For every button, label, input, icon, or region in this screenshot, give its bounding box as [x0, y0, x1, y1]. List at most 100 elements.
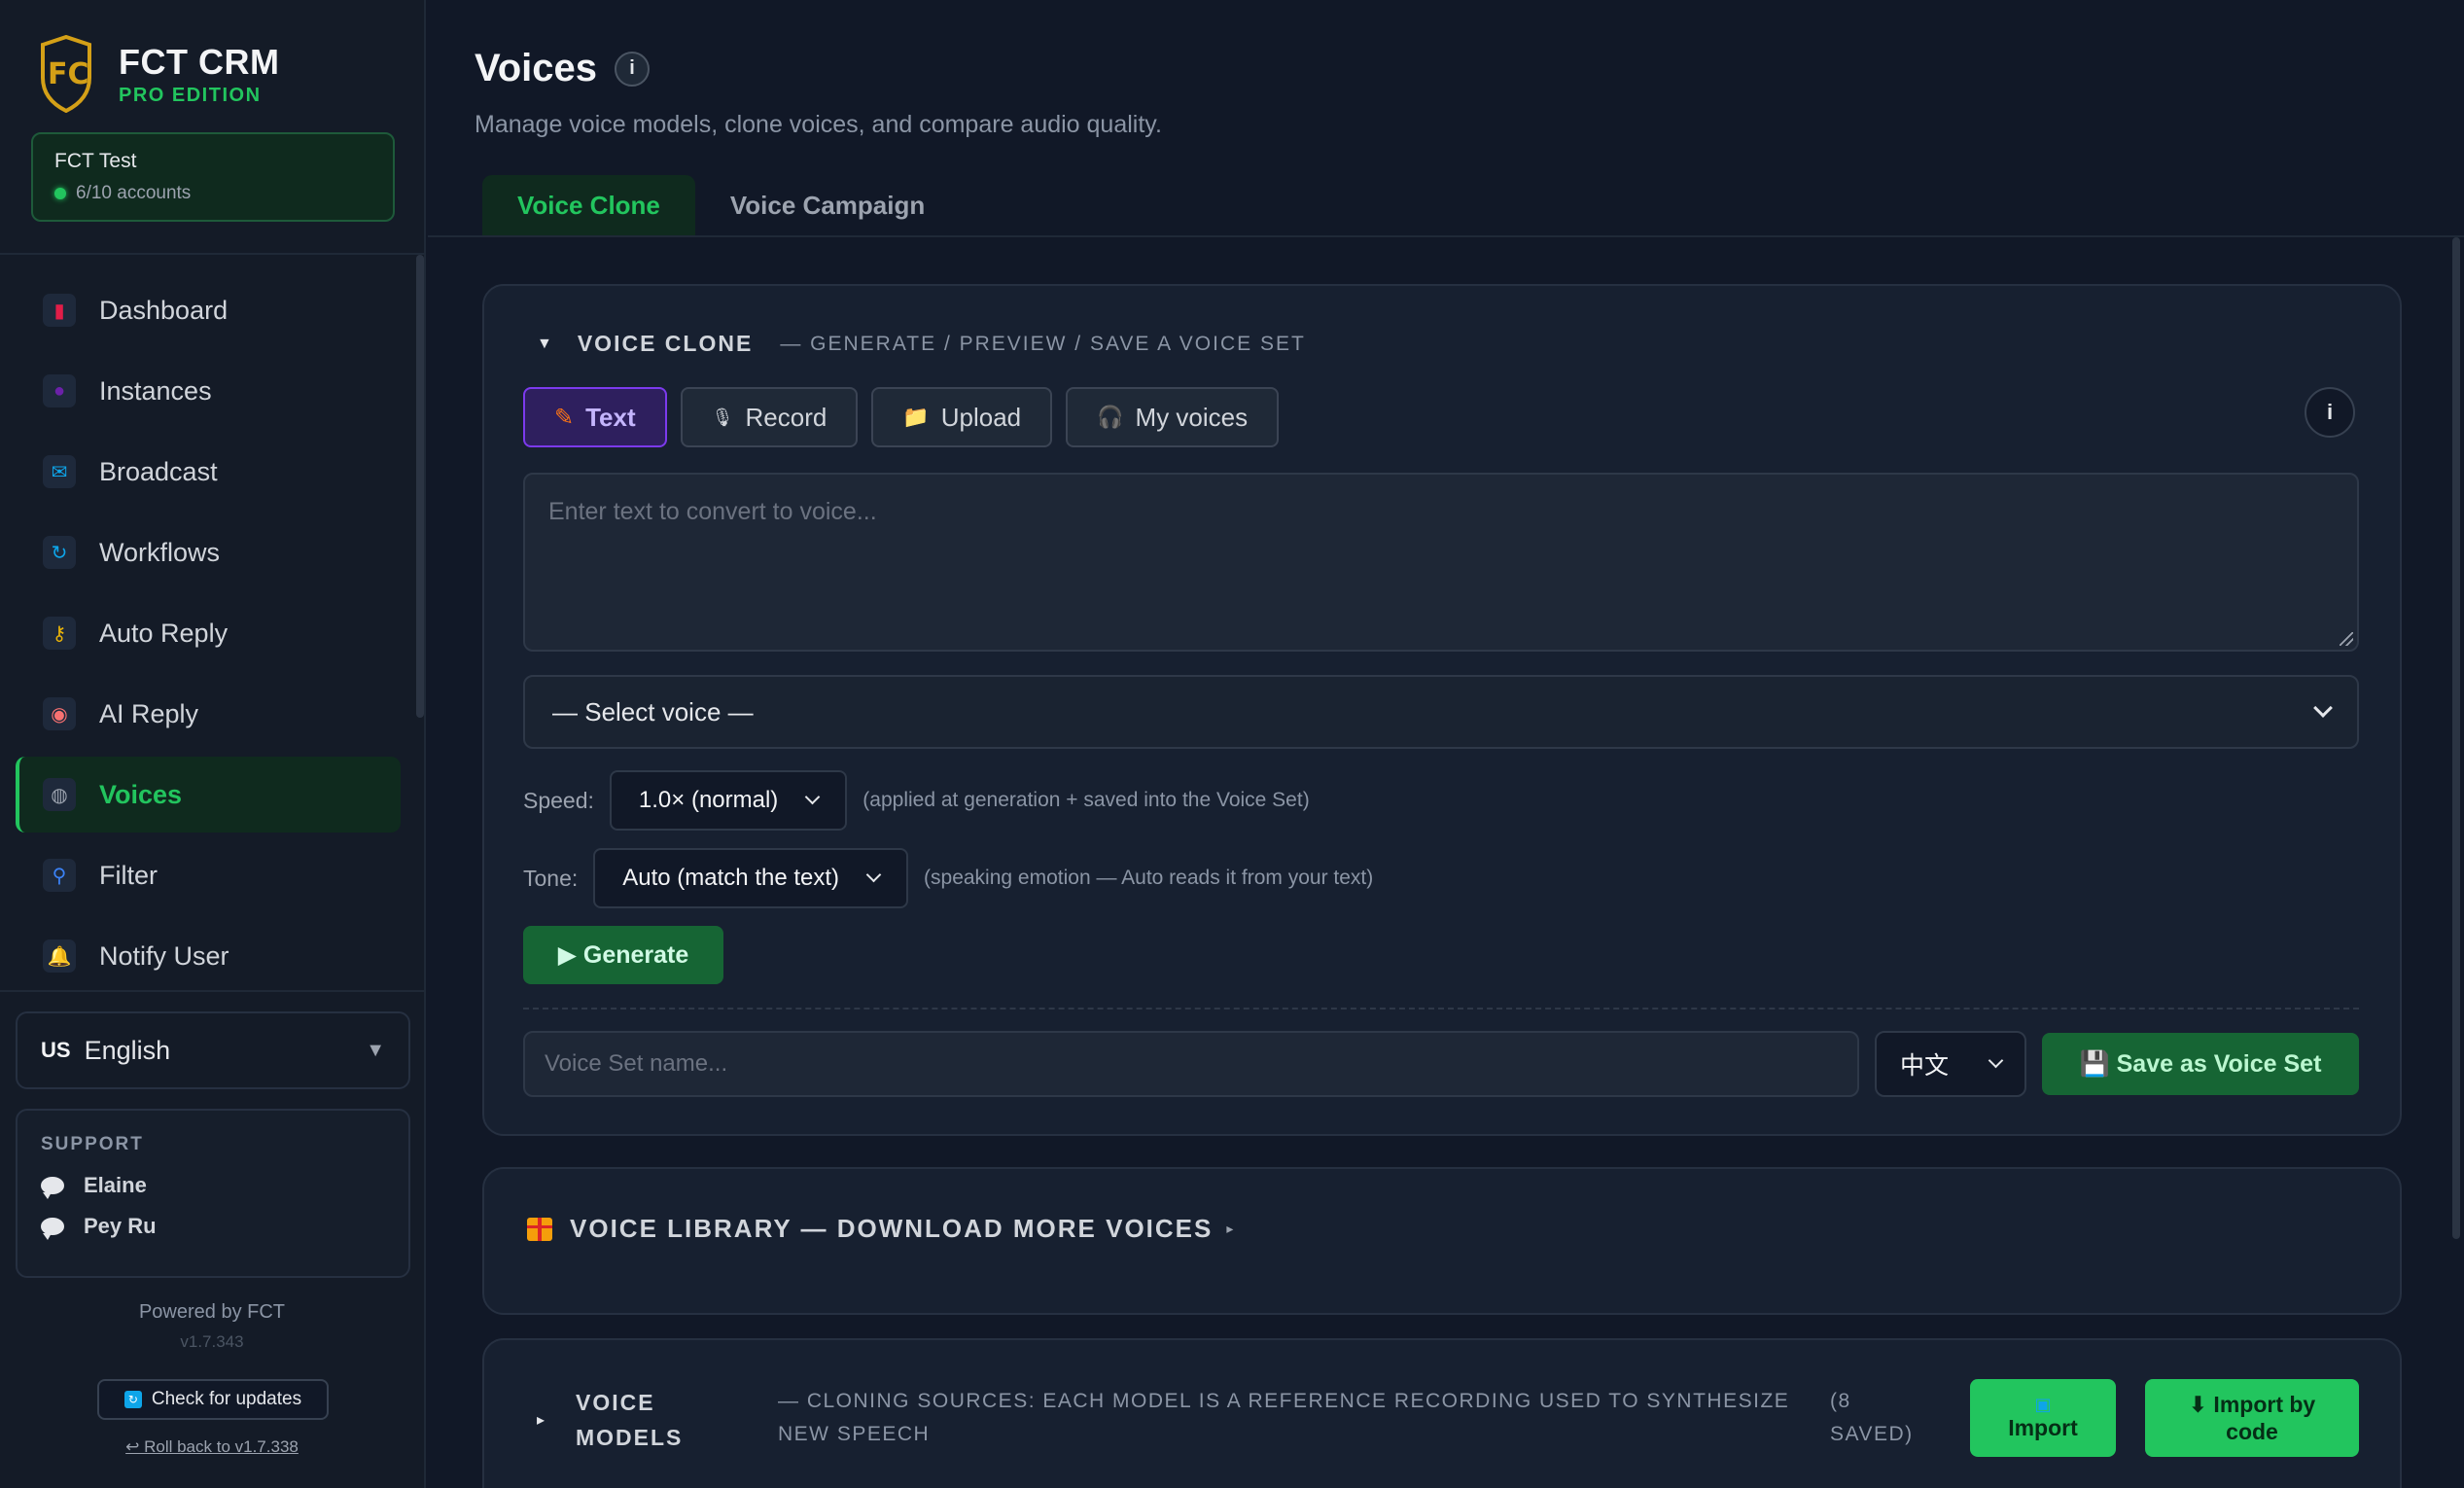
voice-library-header[interactable]: VOICE LIBRARY — DOWNLOAD MORE VOICES ▸	[527, 1214, 1235, 1244]
chat-bubble-icon	[41, 1218, 64, 1240]
sidebar-item-dashboard[interactable]: ▮ Dashboard	[16, 272, 401, 348]
sidebar-item-instances[interactable]: ● Instances	[16, 353, 401, 429]
text-input[interactable]: Enter text to convert to voice...	[523, 473, 2359, 652]
sidebar-item-workflows[interactable]: ↻ Workflows	[16, 514, 401, 590]
sidebar-item-auto-reply[interactable]: ⚷ Auto Reply	[16, 595, 401, 671]
microphone-icon: 🎙	[711, 407, 734, 427]
brand[interactable]: FC FCT CRM PRO EDITION	[39, 35, 279, 113]
mode-tab-upload[interactable]: 📁 Upload	[871, 387, 1053, 447]
support-contact-name: Elaine	[84, 1173, 147, 1197]
powered-by: Powered by FCT	[138, 1301, 286, 1323]
voice-models-title[interactable]: VOICE MODELS	[576, 1385, 712, 1455]
voice-models-description: — CLONING SOURCES: EACH MODEL IS A REFER…	[778, 1390, 1790, 1445]
language-value: English	[84, 1035, 171, 1065]
section-description: — GENERATE / PREVIEW / SAVE A VOICE SET	[780, 332, 1306, 355]
expand-triangle-icon[interactable]: ▸	[537, 1410, 545, 1430]
support-panel: SUPPORT Elaine Pey Ru	[16, 1109, 410, 1278]
tone-hint: (speaking emotion — Auto reads it from y…	[924, 867, 1374, 889]
user-icon: ●	[43, 374, 76, 407]
mode-tab-label: Text	[585, 402, 636, 432]
support-title: SUPPORT	[41, 1134, 144, 1154]
speed-select[interactable]: 1.0× (normal)	[609, 770, 848, 831]
voice-set-language-value: 中文	[1900, 1052, 1950, 1080]
support-contact-pey-ru[interactable]: Pey Ru	[41, 1214, 385, 1240]
page-header: Voices i	[475, 47, 650, 90]
chat-bubble-icon	[41, 1177, 64, 1199]
voice-select-value: — Select voice —	[552, 696, 754, 726]
page-title: Voices	[475, 47, 597, 89]
gift-icon	[527, 1217, 552, 1241]
tone-label: Tone:	[523, 865, 579, 891]
brand-title: FCT CRM	[119, 41, 280, 82]
tab-voice-campaign[interactable]: Voice Campaign	[695, 175, 960, 235]
divider	[0, 253, 424, 255]
brand-edition: PRO EDITION	[119, 84, 262, 106]
account-name: FCT Test	[54, 150, 137, 172]
account-status: 6/10 accounts	[54, 183, 371, 204]
check-updates-button[interactable]: ↻ Check for updates	[97, 1379, 329, 1420]
sidebar-item-broadcast[interactable]: ✉ Broadcast	[16, 434, 401, 510]
language-select[interactable]: US English ▼	[16, 1011, 410, 1089]
generate-button[interactable]: ▶ Generate	[523, 926, 723, 984]
voice-select[interactable]: — Select voice —	[523, 675, 2359, 749]
version-label: v1.7.343	[180, 1332, 244, 1351]
mailbox-icon: ✉	[43, 455, 76, 488]
sidebar-item-label: Workflows	[99, 537, 221, 567]
online-status-icon	[54, 188, 66, 199]
section-title: VOICE CLONE	[577, 331, 754, 356]
mode-tab-text[interactable]: ✎ Text	[523, 387, 667, 447]
mode-tabs: ✎ Text 🎙 Record 📁 Upload 🎧 My voices	[523, 387, 1292, 447]
sidebar-item-filter[interactable]: ⚲ Filter	[16, 837, 401, 913]
sidebar-item-label: Voices	[99, 779, 183, 809]
page-subtitle: Manage voice models, clone voices, and c…	[475, 111, 1162, 138]
speed-hint: (applied at generation + saved into the …	[862, 789, 1310, 811]
voice-clone-card: ▼ VOICE CLONE — GENERATE / PREVIEW / SAV…	[482, 284, 2402, 1136]
account-switcher[interactable]: FCT Test 6/10 accounts	[31, 132, 395, 222]
info-icon[interactable]: i	[615, 51, 650, 87]
voice-library-card: VOICE LIBRARY — DOWNLOAD MORE VOICES ▸	[482, 1167, 2402, 1315]
caret-down-icon: ▼	[366, 1039, 385, 1061]
inbox-icon: ▣	[2034, 1395, 2052, 1414]
voice-set-name-placeholder: Voice Set name...	[545, 1050, 728, 1077]
sidebar: FC FCT CRM PRO EDITION FCT Test 6/10 acc…	[0, 0, 426, 1488]
voice-clone-header[interactable]: ▼ VOICE CLONE — GENERATE / PREVIEW / SAV…	[537, 331, 1306, 357]
voice-set-name-input[interactable]: Voice Set name...	[523, 1031, 1859, 1097]
sidebar-item-notify-user[interactable]: 🔔 Notify User	[16, 918, 401, 994]
voice-set-language-select[interactable]: 中文	[1875, 1031, 2026, 1097]
divider	[428, 235, 2464, 237]
key-icon: ⚷	[43, 617, 76, 650]
sidebar-item-voices[interactable]: ◍ Voices	[16, 757, 401, 833]
expand-triangle-icon: ▸	[1226, 1221, 1236, 1236]
sidebar-item-label: Auto Reply	[99, 618, 229, 648]
main-scrollbar[interactable]	[2452, 237, 2460, 1239]
speed-row: Speed: 1.0× (normal) (applied at generat…	[523, 770, 1310, 831]
text-input-placeholder: Enter text to convert to voice...	[548, 498, 877, 525]
resize-handle-icon[interactable]	[2340, 632, 2353, 646]
refresh-icon: ↻	[43, 536, 76, 569]
import-button[interactable]: ▣ Import	[1970, 1379, 2116, 1457]
support-contact-name: Pey Ru	[84, 1214, 157, 1238]
mode-tab-label: My voices	[1135, 402, 1249, 432]
tone-value: Auto (match the text)	[622, 865, 840, 891]
mode-tab-my-voices[interactable]: 🎧 My voices	[1066, 387, 1280, 447]
mode-tab-label: Record	[745, 402, 827, 432]
mode-tab-record[interactable]: 🎙 Record	[680, 387, 859, 447]
import-by-code-button[interactable]: ⬇ Import by code	[2145, 1379, 2359, 1457]
svg-text:FC: FC	[48, 57, 89, 91]
sidebar-scrollbar[interactable]	[416, 255, 424, 718]
magnifier-icon: ⚲	[43, 859, 76, 892]
info-icon[interactable]: i	[2305, 387, 2355, 438]
sidebar-item-label: AI Reply	[99, 698, 199, 728]
chevron-down-icon	[2313, 698, 2333, 718]
sidebar-item-label: Broadcast	[99, 456, 218, 486]
speed-label: Speed:	[523, 787, 594, 813]
support-contact-elaine[interactable]: Elaine	[41, 1173, 385, 1199]
tone-select[interactable]: Auto (match the text)	[593, 848, 909, 908]
tab-voice-clone[interactable]: Voice Clone	[482, 175, 695, 235]
save-voice-set-button[interactable]: 💾 Save as Voice Set	[2042, 1033, 2359, 1095]
voice-library-title: VOICE LIBRARY — DOWNLOAD MORE VOICES	[570, 1214, 1214, 1243]
chevron-down-icon	[805, 789, 821, 804]
sidebar-item-ai-reply[interactable]: ◉ AI Reply	[16, 676, 401, 752]
robot-icon: ◉	[43, 697, 76, 730]
rollback-link[interactable]: ↩ Roll back to v1.7.338	[0, 1437, 424, 1457]
